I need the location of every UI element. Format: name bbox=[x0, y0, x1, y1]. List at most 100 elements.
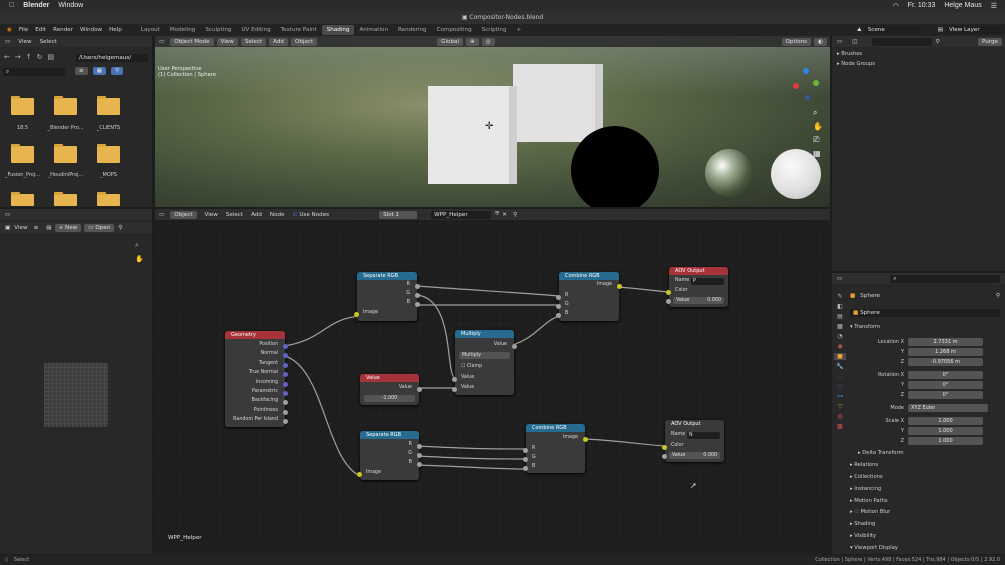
menu-view[interactable]: View bbox=[18, 39, 31, 45]
tab-texture-paint[interactable]: Texture Paint bbox=[276, 25, 322, 35]
editor-type-icon[interactable]: ▭ bbox=[5, 212, 10, 218]
back-icon[interactable]: ← bbox=[4, 53, 10, 61]
render-tab-icon[interactable]: ◧ bbox=[837, 303, 843, 310]
object-tab-icon[interactable]: ■ bbox=[834, 353, 846, 360]
menu-select[interactable]: Select bbox=[40, 39, 57, 45]
aov-value-field[interactable]: Value 0.000 bbox=[673, 297, 724, 304]
output-tab-icon[interactable]: ▤ bbox=[837, 313, 843, 320]
input-socket[interactable] bbox=[354, 312, 359, 317]
snap-icon[interactable]: ⊕ bbox=[466, 37, 479, 46]
scene-icon[interactable]: ⛰ bbox=[857, 27, 862, 34]
cube-front[interactable] bbox=[428, 86, 517, 184]
output-socket[interactable] bbox=[283, 391, 288, 396]
object-name-field[interactable]: ■ Sphere bbox=[850, 309, 1000, 317]
node-header[interactable]: Separate RGB bbox=[357, 272, 417, 280]
tab-scripting[interactable]: Scripting bbox=[477, 25, 512, 35]
node-aov-output[interactable]: AOV Output Name N Color Value 0.000 bbox=[662, 420, 724, 462]
filter-search-input[interactable]: ⌕ bbox=[3, 68, 65, 76]
input-socket[interactable] bbox=[666, 290, 671, 295]
open-image-button[interactable]: ▭ Open bbox=[84, 223, 115, 232]
grid-icon[interactable]: ▦ bbox=[813, 149, 823, 158]
folder-icon[interactable] bbox=[54, 192, 77, 206]
node-header[interactable]: Geometry bbox=[225, 331, 285, 339]
visibility-panel[interactable]: ▸ Visibility bbox=[850, 533, 876, 539]
clamp-checkbox[interactable]: ☐ Clamp bbox=[461, 364, 482, 369]
node-combine-rgb[interactable]: Combine RGB Image R G B bbox=[556, 272, 622, 321]
folder-icon[interactable] bbox=[11, 192, 34, 206]
node-header[interactable]: Multiply bbox=[455, 330, 514, 338]
input-socket[interactable] bbox=[523, 448, 528, 453]
scale-y-field[interactable]: 1.000 bbox=[908, 427, 983, 435]
cube-back[interactable] bbox=[513, 64, 603, 142]
node-multiply[interactable]: Multiply Value Multiply ☐ Clamp Value Va… bbox=[452, 330, 517, 395]
pin-icon[interactable]: ⚲ bbox=[118, 225, 122, 231]
gizmo-z-icon[interactable] bbox=[803, 68, 809, 74]
folder-label[interactable]: _Fusion_Proj... bbox=[0, 172, 45, 178]
menu-add[interactable]: Add bbox=[269, 37, 288, 46]
input-socket[interactable] bbox=[556, 295, 561, 300]
node-editor[interactable]: ▭ Object View Select Add Node ☑ Use Node… bbox=[155, 209, 830, 554]
input-socket[interactable] bbox=[523, 457, 528, 462]
user-name[interactable]: Helge Maus bbox=[944, 2, 981, 9]
folder-label[interactable]: 18.5 bbox=[0, 125, 45, 131]
editor-type-icon[interactable]: ▭ bbox=[159, 39, 164, 45]
filter-icon[interactable]: ⚲ bbox=[110, 67, 124, 75]
view-layer-field[interactable]: View Layer bbox=[946, 26, 1001, 34]
texture-tab-icon[interactable]: ▩ bbox=[837, 423, 843, 430]
input-socket[interactable] bbox=[666, 299, 671, 304]
menu-object[interactable]: Object bbox=[290, 37, 318, 46]
tab-shading[interactable]: Shading bbox=[321, 25, 355, 35]
input-socket[interactable] bbox=[556, 313, 561, 318]
image-browse-icon[interactable]: ▤ bbox=[46, 225, 51, 231]
parent-icon[interactable]: ↑ bbox=[26, 53, 32, 61]
output-socket[interactable] bbox=[283, 372, 288, 377]
3d-viewport[interactable]: ▭ Object Mode View Select Add Object Glo… bbox=[155, 36, 830, 207]
menu-window[interactable]: Window bbox=[80, 27, 102, 33]
menu-edit[interactable]: Edit bbox=[35, 27, 46, 33]
node-header[interactable]: AOV Output bbox=[665, 420, 724, 428]
tab-modeling[interactable]: Modeling bbox=[165, 25, 200, 35]
node-header[interactable]: AOV Output bbox=[669, 267, 728, 275]
folder-icon[interactable] bbox=[97, 96, 120, 115]
editor-type-icon[interactable]: ▭ bbox=[837, 39, 842, 45]
menu-view[interactable]: View bbox=[14, 225, 27, 231]
display-mode-icon[interactable]: ◫ bbox=[852, 39, 857, 45]
delta-transform-panel[interactable]: ▸ Delta Transform bbox=[858, 450, 904, 456]
view-layer-icon[interactable]: ▤ bbox=[938, 27, 943, 33]
image-editor-icon[interactable]: ▣ bbox=[5, 225, 10, 231]
motion-paths-panel[interactable]: ▸ Motion Paths bbox=[850, 498, 888, 504]
output-socket[interactable] bbox=[417, 453, 422, 458]
black-sphere[interactable] bbox=[571, 126, 659, 207]
location-z-field[interactable]: -0.97056 m bbox=[908, 358, 983, 366]
output-socket[interactable] bbox=[283, 400, 288, 405]
object-mode-dropdown[interactable]: Object Mode bbox=[170, 37, 214, 46]
zoom-icon[interactable]: ⌕ bbox=[135, 241, 139, 250]
folder-icon[interactable] bbox=[97, 192, 120, 206]
chrome-sphere[interactable] bbox=[705, 149, 753, 197]
folder-label[interactable]: _CLIENTS bbox=[86, 125, 131, 131]
shading-panel[interactable]: ▸ Shading bbox=[850, 521, 875, 527]
output-socket[interactable] bbox=[617, 284, 622, 289]
navigation-gizmo[interactable] bbox=[791, 68, 821, 102]
folder-icon[interactable] bbox=[97, 144, 120, 163]
menu-icon[interactable]: ≡ bbox=[34, 225, 39, 231]
input-socket[interactable] bbox=[357, 472, 362, 477]
new-image-button[interactable]: + New bbox=[54, 223, 82, 232]
output-socket[interactable] bbox=[283, 419, 288, 424]
output-socket[interactable] bbox=[283, 382, 288, 387]
refresh-icon[interactable]: ↻ bbox=[37, 53, 43, 61]
tab-sculpting[interactable]: Sculpting bbox=[200, 25, 236, 35]
constraints-tab-icon[interactable]: ⊶ bbox=[837, 393, 843, 400]
menu-render[interactable]: Render bbox=[53, 27, 73, 33]
shading-solid-icon[interactable]: ◐ bbox=[814, 37, 827, 46]
value-field[interactable]: -1.000 bbox=[364, 395, 415, 402]
menu-select[interactable]: Select bbox=[240, 37, 267, 46]
transform-panel-header[interactable]: ▾ Transform bbox=[850, 324, 880, 330]
folder-icon[interactable] bbox=[54, 96, 77, 115]
list-view-icon[interactable]: ≡ bbox=[75, 67, 88, 75]
data-tab-icon[interactable]: ▽ bbox=[838, 403, 843, 410]
outliner-search-input[interactable] bbox=[871, 37, 932, 46]
output-socket[interactable] bbox=[583, 437, 588, 442]
node-aov-output[interactable]: AOV Output Name P Color Value 0.000 bbox=[666, 267, 728, 307]
gizmo-neg-z-icon[interactable] bbox=[805, 95, 810, 100]
